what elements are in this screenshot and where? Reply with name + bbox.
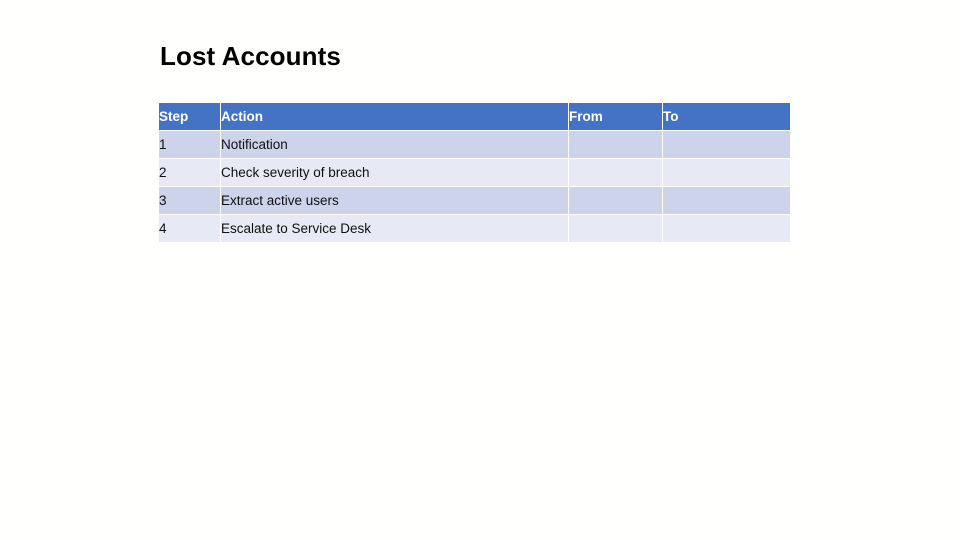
column-header-step: Step xyxy=(159,103,220,130)
cell-action: Check severity of breach xyxy=(221,159,568,186)
table-header-row: Step Action From To xyxy=(159,103,790,130)
cell-step: 1 xyxy=(159,131,220,158)
table-header: Step Action From To xyxy=(159,103,790,130)
cell-action: Escalate to Service Desk xyxy=(221,215,568,242)
cell-to xyxy=(663,131,790,158)
table-row: 3 Extract active users xyxy=(159,187,790,214)
column-header-action: Action xyxy=(221,103,568,130)
cell-action: Extract active users xyxy=(221,187,568,214)
table-row: 4 Escalate to Service Desk xyxy=(159,215,790,242)
table-row: 2 Check severity of breach xyxy=(159,159,790,186)
column-header-to: To xyxy=(663,103,790,130)
lost-accounts-table: Step Action From To 1 Notification 2 Che… xyxy=(158,102,791,243)
table-row: 1 Notification xyxy=(159,131,790,158)
cell-from xyxy=(569,187,662,214)
cell-step: 2 xyxy=(159,159,220,186)
cell-from xyxy=(569,131,662,158)
page-title: Lost Accounts xyxy=(160,41,341,71)
cell-to xyxy=(663,187,790,214)
table-body: 1 Notification 2 Check severity of breac… xyxy=(159,131,790,242)
column-header-from: From xyxy=(569,103,662,130)
cell-step: 4 xyxy=(159,215,220,242)
cell-to xyxy=(663,159,790,186)
lost-accounts-table-wrapper: Step Action From To 1 Notification 2 Che… xyxy=(158,102,791,243)
cell-from xyxy=(569,159,662,186)
cell-action: Notification xyxy=(221,131,568,158)
slide-canvas: Lost Accounts Step Action From To 1 Noti… xyxy=(0,0,960,540)
cell-step: 3 xyxy=(159,187,220,214)
cell-to xyxy=(663,215,790,242)
cell-from xyxy=(569,215,662,242)
